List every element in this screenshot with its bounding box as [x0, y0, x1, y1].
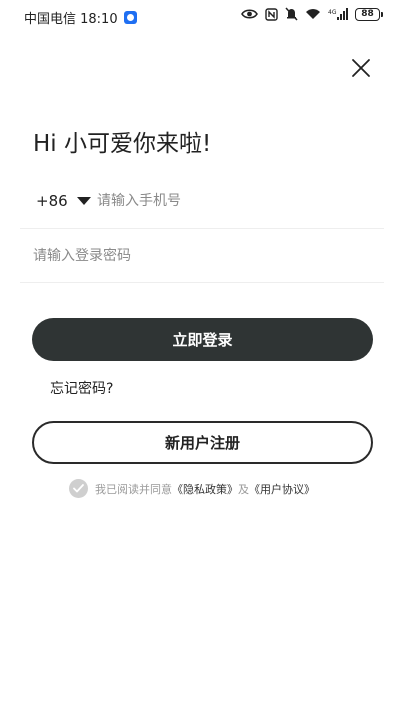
- status-left: 中国电信 18:10: [24, 8, 137, 27]
- check-icon: [73, 484, 84, 493]
- close-button[interactable]: [348, 55, 374, 81]
- agreement-prefix: 我已阅读并同意: [95, 482, 172, 496]
- battery-level: 88: [355, 7, 380, 21]
- nfc-icon: [265, 7, 278, 21]
- password-field-row: [20, 229, 384, 283]
- country-code-selector[interactable]: +86: [36, 192, 91, 210]
- user-agreement-link[interactable]: 《用户协议》: [249, 481, 315, 497]
- agreement-and: 及: [238, 482, 249, 496]
- status-bar: 中国电信 18:10 4G 88: [0, 0, 405, 34]
- forgot-password-link[interactable]: 忘记密码?: [50, 378, 113, 398]
- battery-icon: 88: [355, 7, 383, 21]
- country-code-label: +86: [36, 192, 68, 210]
- agreement-row: 我已阅读并同意 《隐私政策》 及 《用户协议》: [69, 479, 315, 498]
- phone-field-row: +86: [20, 175, 384, 229]
- app-notification-icon: [123, 11, 137, 24]
- greeting-title: Hi 小可爱你来啦!: [33, 131, 212, 157]
- signal-4g-icon: 4G: [328, 7, 348, 20]
- carrier-time: 中国电信 18:10: [24, 12, 118, 27]
- eye-icon: [241, 9, 258, 19]
- caret-down-icon: [76, 197, 91, 205]
- agreement-checkbox[interactable]: [69, 479, 88, 498]
- close-icon: [352, 59, 370, 77]
- mute-bell-icon: [285, 7, 298, 21]
- password-input[interactable]: [33, 243, 363, 269]
- wifi-icon: [306, 9, 320, 19]
- register-button[interactable]: 新用户注册: [32, 421, 373, 464]
- login-button[interactable]: 立即登录: [32, 318, 373, 361]
- privacy-policy-link[interactable]: 《隐私政策》: [172, 481, 238, 497]
- svg-text:4G: 4G: [328, 9, 337, 16]
- phone-input[interactable]: [97, 188, 367, 214]
- status-right: 4G 88: [241, 7, 383, 21]
